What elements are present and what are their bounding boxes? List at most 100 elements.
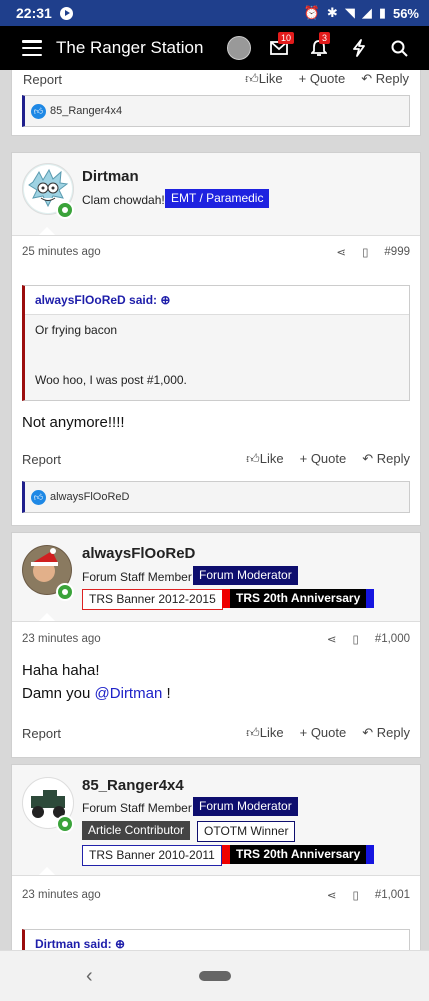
bookmark-icon[interactable]: ▯ — [352, 888, 358, 902]
online-indicator — [56, 815, 74, 833]
share-icon[interactable]: ⋖ — [327, 632, 337, 646]
reactions-bar[interactable]: 👍︎ alwaysFlOoReD — [22, 481, 410, 513]
like-label: Like — [258, 71, 283, 86]
alarm-icon: ⏰ — [303, 5, 320, 20]
user-title: Forum Staff Member — [82, 801, 192, 815]
like-button[interactable]: 👍︎Like — [246, 725, 283, 741]
reply-button[interactable]: ↶ Reply — [362, 451, 410, 467]
post-time[interactable]: 23 minutes ago — [22, 633, 101, 645]
online-indicator — [56, 201, 74, 219]
moderator-banner: Forum Moderator — [193, 566, 298, 585]
divider — [12, 875, 420, 876]
report-link[interactable]: Report — [22, 726, 61, 741]
quote-line: Or frying bacon — [35, 323, 118, 337]
message-text: ! — [162, 685, 171, 702]
home-pill[interactable] — [199, 971, 231, 981]
post-time[interactable]: 23 minutes ago — [22, 889, 101, 901]
quote-header[interactable]: alwaysFlOoReD said: ⊕ — [25, 286, 409, 315]
username[interactable]: Dirtman — [82, 168, 139, 185]
post-time[interactable]: 25 minutes ago — [22, 246, 101, 258]
site-title[interactable]: The Ranger Station — [56, 38, 203, 58]
post-card-previous: Report 👍︎Like + Quote ↶ Reply 👍︎ 85_Rang… — [11, 70, 421, 136]
user-avatar — [227, 36, 251, 60]
like-reaction-icon: 👍︎ — [31, 489, 46, 505]
bluetooth-icon: ✱ — [326, 5, 338, 20]
anniversary-banner: TRS 20th Anniversary — [222, 845, 375, 864]
anniversary-banner: TRS 20th Anniversary — [222, 589, 375, 608]
reply-button[interactable]: ↶ Reply — [362, 725, 410, 741]
menu-icon[interactable] — [22, 40, 42, 56]
user-title: Clam chowdah! — [82, 193, 165, 207]
like-button[interactable]: 👍︎Like — [245, 71, 282, 87]
post-actions: Report 👍︎Like + Quote ↶ Reply — [22, 451, 410, 467]
reactions-bar[interactable]: 👍︎ 85_Ranger4x4 — [22, 95, 410, 127]
arrow-up-icon[interactable]: ⊕ — [160, 293, 170, 307]
message-body: Not anymore!!!! — [22, 414, 125, 431]
app-header: The Ranger Station 10 3 — [0, 26, 429, 70]
reply-label: Reply — [376, 725, 410, 740]
like-label: Like — [259, 725, 284, 740]
post-number[interactable]: #1,001 — [375, 889, 410, 901]
like-reaction-icon: 👍︎ — [31, 103, 46, 119]
post-actions: Report 👍︎Like + Quote ↶ Reply — [23, 71, 409, 87]
system-nav-bar: ‹ — [0, 950, 429, 1001]
search-icon — [391, 40, 408, 57]
quote-line: Woo hoo, I was post #1,000. — [35, 373, 187, 387]
user-banner: EMT / Paramedic — [165, 189, 270, 208]
signal-icon: ◢ — [361, 5, 372, 20]
wifi-icon: ◥ — [344, 5, 355, 20]
bookmark-icon[interactable]: ▯ — [352, 632, 358, 646]
reaction-user[interactable]: 85_Ranger4x4 — [50, 105, 122, 117]
search-button[interactable] — [379, 28, 419, 68]
ototm-banner: OTOTM Winner — [197, 821, 296, 842]
user-title: Forum Staff Member — [82, 570, 192, 584]
username[interactable]: 85_Ranger4x4 — [82, 777, 184, 794]
bookmark-icon[interactable]: ▯ — [362, 245, 368, 259]
reply-label: Reply — [375, 71, 409, 86]
back-icon[interactable]: ‹ — [86, 965, 93, 988]
reaction-user[interactable]: alwaysFlOoReD — [50, 491, 129, 503]
like-label: Like — [259, 451, 284, 466]
report-link[interactable]: Report — [23, 72, 62, 87]
arrow-up-icon[interactable]: ⊕ — [115, 937, 125, 950]
post-actions: Report 👍︎Like + Quote ↶ Reply — [22, 725, 410, 741]
whats-new-button[interactable] — [339, 28, 379, 68]
user-block-pointer — [39, 227, 55, 235]
quote-button[interactable]: + Quote — [300, 451, 347, 467]
battery-icon: ▮ — [378, 5, 386, 20]
like-button[interactable]: 👍︎Like — [246, 451, 283, 467]
alerts-button[interactable]: 3 — [299, 28, 339, 68]
post-meta: 23 minutes ago ⋖ ▯ #1,000 — [22, 632, 410, 646]
share-icon[interactable]: ⋖ — [336, 245, 346, 259]
online-indicator — [56, 583, 74, 601]
user-mention[interactable]: @Dirtman — [95, 685, 163, 702]
report-link[interactable]: Report — [22, 452, 61, 467]
quote-button[interactable]: + Quote — [299, 71, 346, 87]
quote-author[interactable]: alwaysFlOoReD said: — [35, 293, 157, 307]
moderator-banner: Forum Moderator — [193, 797, 298, 816]
thread-content: Report 👍︎Like + Quote ↶ Reply 👍︎ 85_Rang… — [0, 70, 429, 950]
quote-block: alwaysFlOoReD said: ⊕ Or frying bacon Wo… — [22, 285, 410, 401]
username[interactable]: alwaysFlOoReD — [82, 545, 195, 562]
trs-banner: TRS Banner 2012-2015 — [82, 589, 223, 610]
inbox-button[interactable]: 10 — [259, 28, 299, 68]
clock: 22:31 — [16, 5, 52, 21]
quote-header[interactable]: Dirtman said: ⊕ — [25, 930, 409, 950]
message-text: Damn you — [22, 685, 95, 702]
lightning-icon — [353, 39, 365, 57]
quote-button[interactable]: + Quote — [300, 725, 347, 741]
divider — [12, 235, 420, 236]
user-block-pointer — [39, 613, 55, 621]
share-icon[interactable]: ⋖ — [327, 888, 337, 902]
quote-author[interactable]: Dirtman said: — [35, 937, 112, 950]
trs-banner: TRS Banner 2010-2011 — [82, 845, 222, 866]
reply-button[interactable]: ↶ Reply — [361, 71, 409, 87]
account-button[interactable] — [219, 28, 259, 68]
post-number[interactable]: #1,000 — [375, 633, 410, 645]
post-meta: 25 minutes ago ⋖ ▯ #999 — [22, 245, 410, 259]
reply-label: Reply — [376, 451, 410, 466]
post-number[interactable]: #999 — [384, 246, 410, 258]
post-card-999: Dirtman Clam chowdah! EMT / Paramedic 25… — [11, 152, 421, 526]
contributor-banner: Article Contributor — [82, 821, 191, 840]
post-card-1000: alwaysFlOoReD Forum Staff Member Forum M… — [11, 532, 421, 758]
